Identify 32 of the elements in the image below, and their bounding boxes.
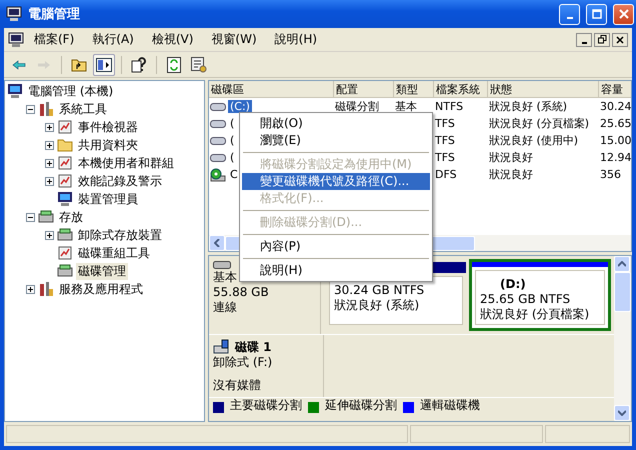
- table-cell: 12.94: [600, 151, 631, 164]
- table-cell: DFS: [435, 168, 457, 181]
- table-cell: 狀況良好 (分頁檔案): [489, 116, 590, 131]
- partition-info: 狀況良好 (系統): [334, 298, 420, 313]
- table-cell: 狀況良好 (使用中): [489, 133, 578, 148]
- partition-info: 狀況良好 (分頁檔案): [480, 307, 590, 322]
- table-cell: 356: [600, 168, 621, 181]
- disk-media: 沒有媒體: [213, 378, 261, 393]
- table-cell: 磁碟分割: [335, 99, 379, 114]
- partition-info: 25.65 GB NTFS: [480, 292, 570, 307]
- disk-info: 55.88 GB: [213, 285, 269, 300]
- table-cell: TFS: [435, 151, 455, 164]
- table-cell: 15.00: [600, 134, 631, 147]
- table-cell: TFS: [435, 117, 455, 130]
- partition-info: 30.24 GB NTFS: [334, 283, 424, 298]
- disk-name: 磁碟 1: [235, 340, 272, 354]
- legend-label: 邏輯磁碟機: [420, 398, 480, 413]
- table-cell: 30.24: [600, 100, 631, 113]
- table-cell: 狀況良好: [489, 167, 533, 182]
- table-cell: 狀況良好 (系統): [489, 99, 568, 114]
- window-title: 電腦管理: [28, 6, 81, 23]
- table-cell: 基本: [395, 99, 417, 114]
- disk-info: 連線: [213, 300, 237, 315]
- disk-info: 基本: [213, 270, 237, 285]
- table-cell: NTFS: [435, 100, 464, 113]
- table-cell: TFS: [435, 134, 455, 147]
- partition-name: (D:): [499, 277, 527, 292]
- legend-label: 延伸磁碟分割: [325, 398, 397, 413]
- table-cell: 25.65: [600, 117, 631, 130]
- disk-info: 卸除式 (F:): [213, 355, 272, 370]
- legend-label: 主要磁碟分割: [230, 398, 302, 413]
- table-cell: 狀況良好: [489, 150, 533, 165]
